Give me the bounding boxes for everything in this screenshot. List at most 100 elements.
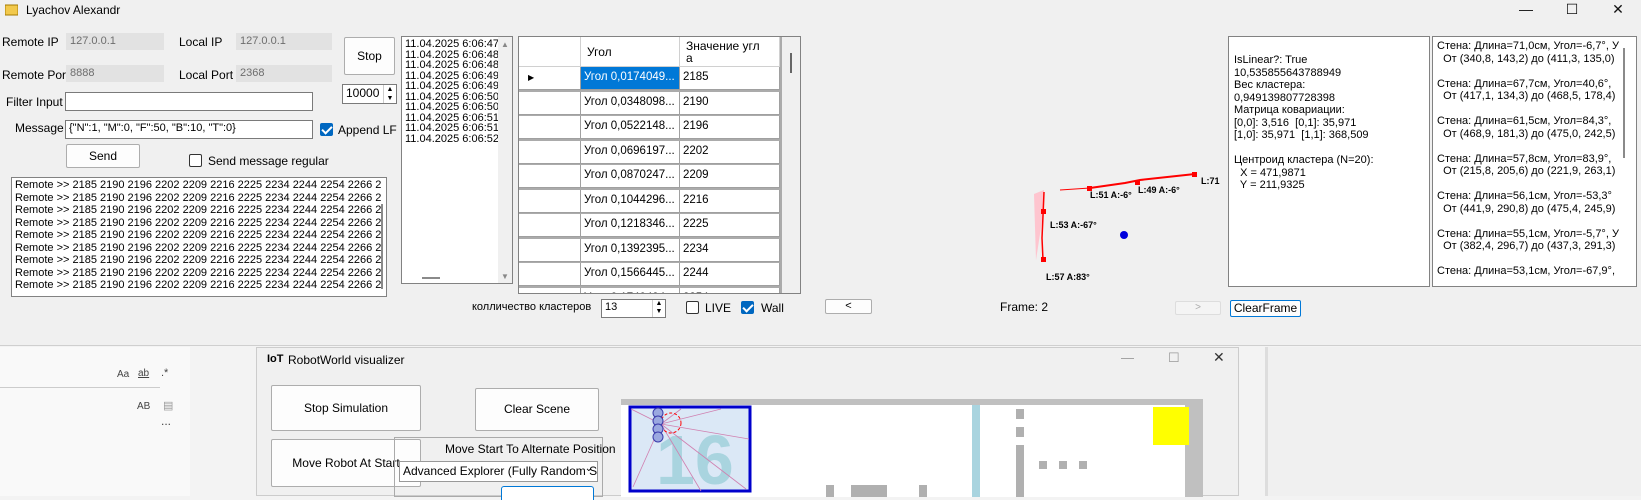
scroll-down-icon[interactable]: ▼: [498, 272, 512, 281]
log-line[interactable]: Remote >> 2185 2190 2196 2202 2209 2216 …: [12, 192, 386, 205]
vis-maximize-button[interactable]: ☐: [1168, 350, 1180, 366]
log-line[interactable]: Remote >> 2185 2190 2196 2202 2209 2216 …: [12, 204, 386, 217]
angle-data-grid[interactable]: Угол Значение угл а ▶ Угол 0,0174049... 21…: [518, 36, 801, 294]
send-button[interactable]: Send: [66, 144, 140, 168]
match-case-icon[interactable]: Aa: [117, 369, 129, 380]
h-scroll-thumb[interactable]: [422, 277, 440, 279]
explorer-select[interactable]: Advanced Explorer (Fully Random St ⌄: [399, 461, 598, 482]
timestamp-item[interactable]: 11.04.2025 6:06:47: [402, 39, 512, 50]
robot-world-map[interactable]: 16: [621, 399, 1203, 497]
grid-cell-value[interactable]: 2209: [680, 165, 780, 188]
filter-input[interactable]: [65, 92, 313, 111]
row-header[interactable]: [519, 140, 581, 164]
close-button[interactable]: ✕: [1595, 0, 1641, 20]
walls-info-box[interactable]: Стена: Длина=71,0см, Угол=-6,7°, У От (3…: [1432, 36, 1637, 287]
grid-cell-value[interactable]: 2196: [680, 116, 780, 139]
row-header[interactable]: [519, 165, 581, 188]
spin-arrows-icon[interactable]: ▲ ▼: [652, 300, 665, 317]
grid-cell-value[interactable]: 2216: [680, 189, 780, 213]
replace-all-icon[interactable]: ▤: [163, 399, 173, 412]
chevron-down-icon[interactable]: ⌄: [585, 463, 593, 474]
timestamp-item[interactable]: 11.04.2025 6:06:52: [402, 133, 512, 145]
grid-cell-value[interactable]: 2234: [680, 238, 780, 262]
grid-cell-value[interactable]: 2185: [680, 67, 780, 90]
grid-cell-value[interactable]: 2202: [680, 140, 780, 164]
maximize-button[interactable]: ☐: [1549, 0, 1595, 20]
wall-checkbox[interactable]: [741, 301, 754, 314]
grid-cell-angle[interactable]: Угол 0,0348098...: [581, 91, 680, 115]
robot-body[interactable]: [652, 407, 664, 443]
next-frame-button[interactable]: >: [1175, 301, 1221, 315]
vis-close-button[interactable]: ✕: [1213, 349, 1225, 366]
timestamp-item[interactable]: 11.04.2025 6:06:48: [402, 60, 512, 71]
log-line[interactable]: Remote >> 2185 2190 2196 2202 2209 2216 …: [12, 267, 386, 280]
grid-cell-angle[interactable]: Угол 0,0870247...: [581, 165, 680, 188]
grid-scrollbar[interactable]: [782, 37, 800, 293]
log-line[interactable]: Remote >> 2185 2190 2196 2202 2209 2216 …: [12, 179, 386, 192]
clear-frame-button[interactable]: ClearFrame: [1230, 300, 1301, 317]
minimize-button[interactable]: —: [1503, 0, 1549, 20]
timestamp-listbox[interactable]: 11.04.2025 6:06:47 11.04.2025 6:06:48 11.0…: [401, 36, 513, 284]
timestamp-scrollbar[interactable]: ▲ ▼: [498, 37, 512, 283]
grid-cell-angle[interactable]: Угол 0,1044296...: [581, 189, 680, 213]
clear-scene-button[interactable]: Clear Scene: [475, 388, 599, 431]
regex-icon[interactable]: .*: [161, 367, 168, 379]
log-line[interactable]: Remote >> 2185 2190 2196 2202 2209 2216 …: [12, 229, 386, 242]
log-line[interactable]: Remote >> 2185 2190 2196 2202 2209 2216 …: [12, 254, 386, 267]
timestamp-item[interactable]: 11.04.2025 6:06:49: [402, 81, 512, 92]
log-scrollbar[interactable]: [381, 204, 383, 289]
append-lf-checkbox[interactable]: [320, 123, 333, 136]
grid-cell-value[interactable]: 2244: [680, 263, 780, 286]
log-listbox[interactable]: Remote >> 2185 2190 2196 2202 2209 2216 …: [11, 177, 387, 297]
stop-button[interactable]: Stop: [344, 37, 395, 75]
col-header-angle[interactable]: Угол: [581, 37, 680, 67]
remote-ip-field[interactable]: 127.0.0.1: [66, 33, 164, 50]
send-regular-checkbox[interactable]: [189, 154, 202, 167]
vis-minimize-button[interactable]: —: [1121, 350, 1134, 365]
message-input[interactable]: {"N":1, "M":0, "F":50, "B":10, "T":0}: [65, 120, 313, 139]
interval-stepper[interactable]: 10000 ▲ ▼: [342, 84, 397, 104]
preserve-case-icon[interactable]: AB: [137, 401, 150, 412]
remote-port-field[interactable]: 8888: [66, 65, 164, 82]
visualizer-window: IoT RobotWorld visualizer — ☐ ✕ Stop Sim…: [256, 347, 1239, 500]
row-header[interactable]: [519, 214, 581, 237]
local-ip-field[interactable]: 127.0.0.1: [236, 33, 332, 50]
row-header[interactable]: [519, 238, 581, 262]
row-header[interactable]: [519, 91, 581, 115]
next-button-partial[interactable]: [501, 486, 594, 500]
cluster-info-box[interactable]: IsLinear?: True 10,535855643788949 Вес к…: [1228, 36, 1430, 287]
col-header-value[interactable]: Значение угл а: [680, 37, 780, 67]
cluster-count-stepper[interactable]: 13 ▲ ▼: [601, 299, 666, 318]
spin-arrows-icon[interactable]: ▲ ▼: [383, 85, 396, 103]
grid-cell-angle[interactable]: Угол 0,0174049...: [581, 67, 680, 90]
log-line[interactable]: Remote >> 2185 2190 2196 2202 2209 2216 …: [12, 279, 386, 292]
log-line[interactable]: Remote >> 2185 2190 2196 2202 2209 2216 …: [12, 242, 386, 255]
row-header[interactable]: [519, 116, 581, 139]
row-header[interactable]: [519, 189, 581, 213]
live-checkbox[interactable]: [686, 301, 699, 314]
grid-cell-angle[interactable]: Угол 0,1740494...: [581, 287, 680, 293]
grid-cell-angle[interactable]: Угол 0,1392395...: [581, 238, 680, 262]
local-port-field[interactable]: 2368: [236, 65, 332, 82]
timestamp-item[interactable]: 11.04.2025 6:06:51: [402, 123, 512, 134]
wall-block: [1039, 461, 1047, 469]
walls-scrollbar[interactable]: [1623, 48, 1625, 158]
grid-cell-angle[interactable]: Угол 0,0696197...: [581, 140, 680, 164]
prev-frame-button[interactable]: <: [825, 299, 872, 314]
grid-cell-value[interactable]: 2225: [680, 214, 780, 237]
scroll-up-icon[interactable]: ▲: [498, 40, 512, 49]
grid-cell-value[interactable]: 2190: [680, 91, 780, 115]
row-header[interactable]: [519, 287, 581, 293]
grid-cell-angle[interactable]: Угол 0,0522148...: [581, 116, 680, 139]
timestamp-item[interactable]: 11.04.2025 6:06:50: [402, 102, 512, 113]
row-header[interactable]: ▶: [519, 67, 581, 90]
row-header[interactable]: [519, 263, 581, 286]
grid-cell-angle[interactable]: Угол 0,1218346...: [581, 214, 680, 237]
grid-cell-angle[interactable]: Угол 0,1566445...: [581, 263, 680, 286]
stop-simulation-button[interactable]: Stop Simulation: [271, 385, 421, 431]
log-line[interactable]: Remote >> 2185 2190 2196 2202 2209 2216 …: [12, 217, 386, 230]
match-word-icon[interactable]: ab: [138, 368, 149, 379]
more-options-icon[interactable]: ...: [161, 414, 171, 428]
frame-label: Frame: 2: [1000, 300, 1049, 314]
grid-cell-value[interactable]: 2254: [680, 287, 780, 293]
